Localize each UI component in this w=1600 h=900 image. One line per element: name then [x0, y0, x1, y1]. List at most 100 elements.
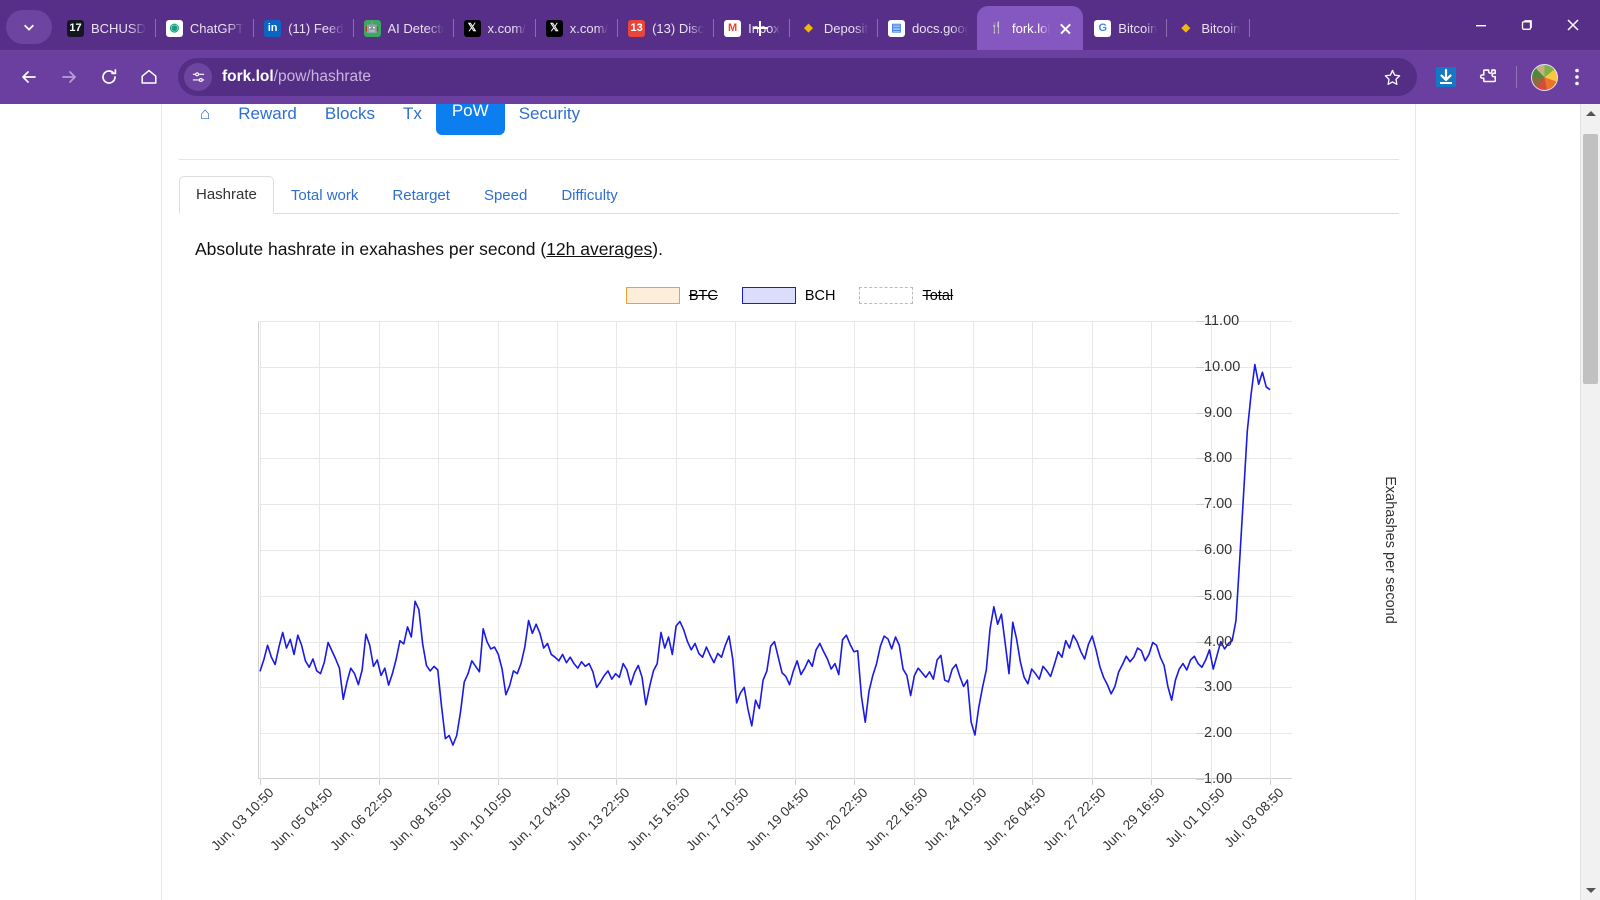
three-dot-menu-icon[interactable]	[1564, 58, 1590, 96]
chart-tab-retarget[interactable]: Retarget	[375, 177, 467, 214]
browser-tab[interactable]: ◆ Bitcoin	[1166, 8, 1251, 48]
browser-tab[interactable]: 🍴 fork.lol	[977, 6, 1084, 50]
x-tick-label: Jun, 03 10:50	[208, 785, 277, 854]
x-tick-mark	[438, 779, 440, 785]
y-tick-label: 2.00	[1204, 725, 1233, 742]
avatar[interactable]	[1527, 58, 1561, 96]
browser-tab[interactable]: 13 (13) Disc	[617, 8, 715, 48]
legend-label: BCH	[804, 287, 836, 304]
extensions-puzzle-icon[interactable]	[1468, 58, 1506, 96]
site-settings-icon[interactable]	[184, 63, 212, 91]
x-tick-mark	[378, 779, 380, 785]
x-tick-mark	[497, 779, 499, 785]
chart-tab-speed[interactable]: Speed	[467, 177, 544, 214]
x-tick-mark	[794, 779, 796, 785]
nav-item-tx[interactable]: Tx	[389, 104, 436, 131]
browser-tab[interactable]: 𝕏x.com/	[453, 8, 536, 48]
y-axis-label: Exahashes per second	[1382, 476, 1399, 624]
x-icon: 𝕏	[463, 19, 481, 37]
scrollbar-thumb[interactable]	[1583, 134, 1598, 384]
tab-title: Bitcoin	[1201, 20, 1241, 36]
x-tick-label: Jun, 20 22:50	[802, 785, 871, 854]
scroll-up-arrow-icon[interactable]	[1581, 104, 1600, 123]
x-tick-label: Jun, 10 10:50	[445, 785, 515, 854]
minimize-icon[interactable]	[1458, 3, 1504, 47]
chart-tab-hashrate[interactable]: Hashrate	[179, 176, 274, 214]
browser-tab[interactable]: ◉ ChatGPT	[155, 8, 255, 48]
browser-toolbar: fork.lol/pow/hashrate	[0, 50, 1600, 104]
tab-list-chevron-down-icon[interactable]	[6, 10, 52, 44]
ai-detector-icon: 🤖	[363, 19, 381, 37]
binance-icon: ◆	[1177, 19, 1195, 37]
tab-separator	[1249, 19, 1251, 37]
legend-item-total[interactable]: Total	[859, 287, 953, 304]
browser-tab[interactable]: ◆ Deposit	[789, 8, 878, 48]
browser-tab[interactable]: G Bitcoin	[1083, 8, 1168, 48]
browser-tab[interactable]: 🤖 AI Detector	[353, 8, 454, 48]
twelve-hour-averages-link[interactable]: 12h averages	[546, 239, 652, 259]
y-tick-mark	[1196, 458, 1204, 460]
tab-title: x.com/	[487, 20, 526, 36]
forward-arrow-icon[interactable]	[50, 58, 88, 96]
nav-item-reward[interactable]: Reward	[224, 104, 311, 131]
x-tick-mark	[1210, 779, 1212, 785]
y-tick-mark	[1196, 687, 1204, 689]
y-tick-mark	[1196, 641, 1204, 643]
legend-label: BTC	[688, 287, 718, 304]
back-arrow-icon[interactable]	[10, 58, 48, 96]
browser-tab[interactable]: 𝕏x.com/	[535, 8, 619, 48]
nav-item-home[interactable]: ⌂	[192, 104, 224, 131]
google-icon: G	[1094, 19, 1112, 37]
x-tick-mark	[1091, 779, 1093, 785]
tradingview-icon: 17	[67, 19, 84, 37]
browser-tab[interactable]: ▤ docs.google	[877, 8, 977, 48]
y-tick-label: 11.00	[1204, 313, 1240, 329]
tab-close-icon[interactable]	[1057, 20, 1074, 37]
x-tick-mark	[557, 779, 559, 785]
caption-prefix: Absolute hashrate in exahashes per secon…	[195, 239, 547, 259]
scroll-down-arrow-icon[interactable]	[1581, 881, 1600, 900]
page-scrollbar[interactable]	[1580, 104, 1600, 900]
tab-title: Deposit	[823, 20, 868, 36]
reload-icon[interactable]	[90, 58, 128, 96]
x-tick-mark	[972, 779, 974, 785]
x-tick-mark	[1151, 779, 1153, 785]
browser-window: 17 BCHUSD ◉ ChatGPT in (11) Feed 🤖 AI Detector 𝕏…	[0, 0, 1600, 900]
url-host: fork.lol	[222, 68, 274, 85]
fork-icon: 🍴	[989, 21, 1004, 34]
maximize-icon[interactable]	[1504, 3, 1550, 47]
tab-title: BCHUSD	[91, 20, 146, 36]
y-tick-mark	[1196, 321, 1204, 322]
x-tick-label: Jun, 06 22:50	[326, 785, 396, 854]
y-tick-label: 4.00	[1204, 633, 1233, 650]
y-tick-mark	[1196, 733, 1204, 735]
address-bar[interactable]: fork.lol/pow/hashrate	[178, 58, 1417, 96]
nav-item-security[interactable]: Security	[505, 104, 594, 131]
x-tick-mark	[260, 779, 261, 785]
x-tick-mark	[1032, 779, 1034, 785]
x-tick-mark	[854, 779, 856, 785]
download-icon[interactable]	[1427, 58, 1465, 96]
x-icon: 𝕏	[545, 19, 563, 37]
chart-tab-total-work[interactable]: Total work	[274, 177, 376, 214]
x-tick-mark	[735, 779, 737, 785]
y-tick-label: 3.00	[1204, 679, 1233, 696]
legend-item-bch[interactable]: BCH	[741, 287, 836, 304]
nav-item-blocks[interactable]: Blocks	[311, 104, 389, 131]
new-tab-button[interactable]	[745, 13, 775, 43]
page-body: ⌂ Reward Blocks Tx PoW Security Hashrate Total…	[0, 104, 1580, 900]
close-icon[interactable]	[1550, 3, 1596, 47]
legend-swatch	[625, 287, 680, 304]
toolbar-divider	[1516, 66, 1517, 88]
home-icon[interactable]	[130, 58, 168, 96]
star-icon[interactable]	[1377, 62, 1407, 92]
legend-item-btc[interactable]: BTC	[625, 287, 718, 304]
tab-title: fork.lol	[1012, 20, 1051, 36]
browser-tab[interactable]: in (11) Feed	[253, 8, 354, 48]
nav-item-pow[interactable]: PoW	[435, 104, 505, 135]
x-tick-label: Jun, 05 04:50	[267, 785, 337, 854]
browser-tab[interactable]: 17 BCHUSD	[56, 8, 156, 48]
binance-icon: ◆	[799, 19, 817, 37]
chart-tab-difficulty[interactable]: Difficulty	[544, 177, 634, 214]
caption-suffix: ).	[652, 239, 663, 259]
